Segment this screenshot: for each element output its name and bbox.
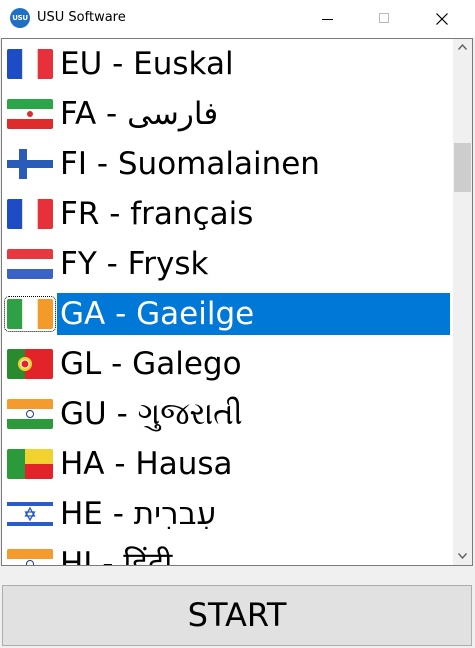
language-item-label: FA - فارسی [60,96,219,132]
close-icon [436,13,448,25]
language-item-label: FY - Frysk [60,246,209,282]
scrollbar-thumb[interactable] [454,143,471,192]
scroll-up-button[interactable] [453,39,472,56]
language-item[interactable]: HA - Hausa [2,439,453,489]
vertical-scrollbar[interactable] [453,39,472,565]
language-item-label: HA - Hausa [60,446,233,482]
chevron-up-icon [458,44,467,50]
france-flag-icon [7,199,53,229]
language-listbox[interactable]: EU - Euskal FA - فارسی FI - Suomalainen FR … [1,38,473,566]
india-flag-icon [7,399,53,429]
language-item-label: GA - Gaeilge [57,293,450,335]
start-button[interactable]: START [2,585,472,646]
close-button[interactable] [414,0,470,38]
minimize-button[interactable] [300,0,356,38]
language-item[interactable]: EU - Euskal [2,39,453,89]
scroll-down-button[interactable] [453,548,472,565]
ireland-flag-icon [4,296,56,332]
india-flag-icon [7,549,53,565]
language-item[interactable]: FA - فارسی [2,89,453,139]
portugal-flag-icon [7,349,53,379]
benin-flag-icon [7,449,53,479]
language-item[interactable]: FR - français [2,189,453,239]
language-item-label: HI - हिंदी [60,546,173,565]
window-title: USU Software [37,10,126,25]
chevron-down-icon [458,553,467,559]
finland-flag-icon [7,149,53,179]
netherlands-flag-icon [7,249,53,279]
language-item[interactable]: GU - ગુજરાતી [2,389,453,439]
language-item-label: GU - ગુજરાતી [60,396,243,432]
language-item[interactable]: GA - Gaeilge [2,289,453,339]
language-item-label: FI - Suomalainen [60,146,320,182]
france-flag-icon [7,49,53,79]
iran-flag-icon [7,99,53,129]
language-item[interactable]: HI - हिंदी [2,539,453,565]
language-item-label: HE - עִברִית [60,496,217,532]
language-item[interactable]: HE - עִברִית [2,489,453,539]
app-window: USU USU Software EU - Euskal FA - فارسی FI… [0,0,475,648]
language-item[interactable]: GL - Galego [2,339,453,389]
language-item[interactable]: FY - Frysk [2,239,453,289]
language-item-label: EU - Euskal [60,46,234,82]
maximize-button[interactable] [357,0,413,38]
language-item[interactable]: FI - Suomalainen [2,139,453,189]
usu-logo-icon: USU [10,8,30,28]
language-list: EU - Euskal FA - فارسی FI - Suomalainen FR … [2,39,453,565]
israel-flag-icon [7,499,53,529]
title-bar[interactable]: USU USU Software [0,0,475,38]
language-item-label: FR - français [60,196,254,232]
language-item-label: GL - Galego [60,346,242,382]
